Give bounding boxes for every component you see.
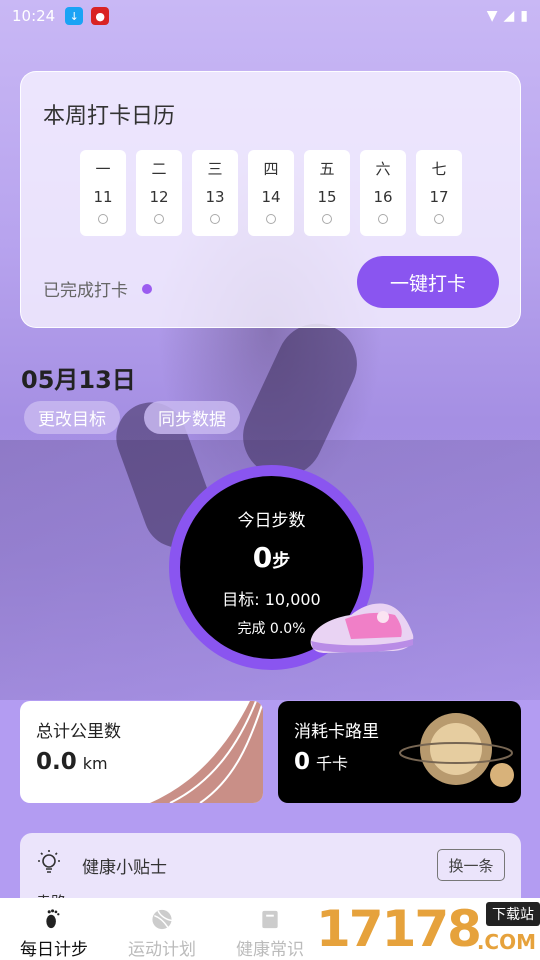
day-date: 16 <box>373 188 393 206</box>
footprint-icon <box>46 909 60 929</box>
calendar-day[interactable]: 七 17 <box>416 150 462 236</box>
download-icon: ↓ <box>65 7 84 25</box>
watermark-badge: 下载站 <box>486 902 540 926</box>
tab-exercise-plan[interactable]: 运动计划 <box>108 898 216 960</box>
tips-title: 健康小贴士 <box>82 858 167 878</box>
checkin-status-dot <box>210 214 220 224</box>
checkin-status-dot <box>154 214 164 224</box>
sneaker-image <box>310 603 414 653</box>
status-indicators: ▼ ◢ ▮ <box>487 8 528 24</box>
ball-icon <box>152 909 172 930</box>
calories-title: 消耗卡路里 <box>294 722 379 742</box>
tab-label: 运动计划 <box>128 940 196 960</box>
calendar-day[interactable]: 二 12 <box>136 150 182 236</box>
checkin-status-dot <box>266 214 276 224</box>
day-date: 11 <box>93 188 113 206</box>
day-date: 17 <box>429 188 449 206</box>
day-weekday: 七 <box>431 160 447 178</box>
watermark: 17178 下载站 .COM <box>316 896 540 960</box>
steps-unit: 步 <box>272 551 291 572</box>
watermark-brand: 17178 <box>316 900 482 958</box>
checkin-calendar-card: 本周打卡日历 一 11 二 12 三 13 四 14 五 15 六 16 七 17 已完成打卡… <box>20 71 521 328</box>
distance-value: 0.0 <box>36 749 77 775</box>
day-weekday: 二 <box>151 160 167 178</box>
day-weekday: 三 <box>207 160 223 178</box>
calendar-days: 一 11 二 12 三 13 四 14 五 15 六 16 七 17 <box>80 150 462 236</box>
change-tip-button[interactable]: 换一条 <box>437 849 505 881</box>
day-date: 15 <box>317 188 337 206</box>
distance-title: 总计公里数 <box>36 722 121 742</box>
tab-label: 每日计步 <box>20 940 88 960</box>
book-icon <box>262 910 278 929</box>
done-dot-icon <box>142 283 152 294</box>
tab-label: 健康常识 <box>236 940 304 960</box>
tab-daily-steps[interactable]: 每日计步 <box>0 898 108 960</box>
day-date: 12 <box>149 188 169 206</box>
done-label: 已完成打卡 <box>43 281 128 301</box>
done-legend: 已完成打卡 <box>43 276 152 301</box>
checkin-status-dot <box>98 214 108 224</box>
calendar-day[interactable]: 一 11 <box>80 150 126 236</box>
battery-icon: ▮ <box>520 8 528 24</box>
wifi-icon: ▼ <box>486 8 498 24</box>
calendar-title: 本周打卡日历 <box>43 104 176 129</box>
day-weekday: 五 <box>319 160 335 178</box>
day-date: 13 <box>205 188 225 206</box>
calendar-day[interactable]: 四 14 <box>248 150 294 236</box>
steps-count: 0步 <box>180 541 363 574</box>
calendar-day[interactable]: 五 15 <box>304 150 350 236</box>
calendar-day[interactable]: 六 16 <box>360 150 406 236</box>
app-notification-icon: ● <box>91 7 110 25</box>
steps-value: 0 <box>252 541 273 574</box>
calories-value: 0 <box>294 749 311 775</box>
status-bar: 10:24 ↓ ● ▼ ◢ ▮ <box>0 0 540 32</box>
sync-data-button[interactable]: 同步数据 <box>144 401 240 434</box>
today-date: 05月13日 <box>21 366 136 394</box>
day-date: 14 <box>261 188 281 206</box>
distance-card[interactable]: 总计公里数 0.0 km <box>20 701 263 803</box>
change-goal-button[interactable]: 更改目标 <box>24 401 120 434</box>
watermark-suffix: .COM <box>476 930 536 954</box>
checkin-status-dot <box>434 214 444 224</box>
calories-unit: 千卡 <box>316 754 349 773</box>
calories-card[interactable]: 消耗卡路里 0 千卡 <box>278 701 521 803</box>
checkin-status-dot <box>322 214 332 224</box>
day-weekday: 一 <box>95 160 111 178</box>
steps-label: 今日步数 <box>237 511 306 531</box>
lightbulb-icon <box>38 850 60 873</box>
day-weekday: 六 <box>375 160 391 178</box>
tab-health-knowledge[interactable]: 健康常识 <box>216 898 324 960</box>
distance-value-row: 0.0 km <box>36 749 108 775</box>
checkin-status-dot <box>378 214 388 224</box>
calories-value-row: 0 千卡 <box>294 749 348 775</box>
distance-unit: km <box>82 754 108 773</box>
day-weekday: 四 <box>263 160 279 178</box>
running-track-image <box>150 701 263 803</box>
signal-icon: ◢ <box>503 8 515 24</box>
calendar-day[interactable]: 三 13 <box>192 150 238 236</box>
status-time: 10:24 <box>12 7 56 25</box>
checkin-button[interactable]: 一键打卡 <box>357 256 499 308</box>
planet-image <box>399 713 514 787</box>
